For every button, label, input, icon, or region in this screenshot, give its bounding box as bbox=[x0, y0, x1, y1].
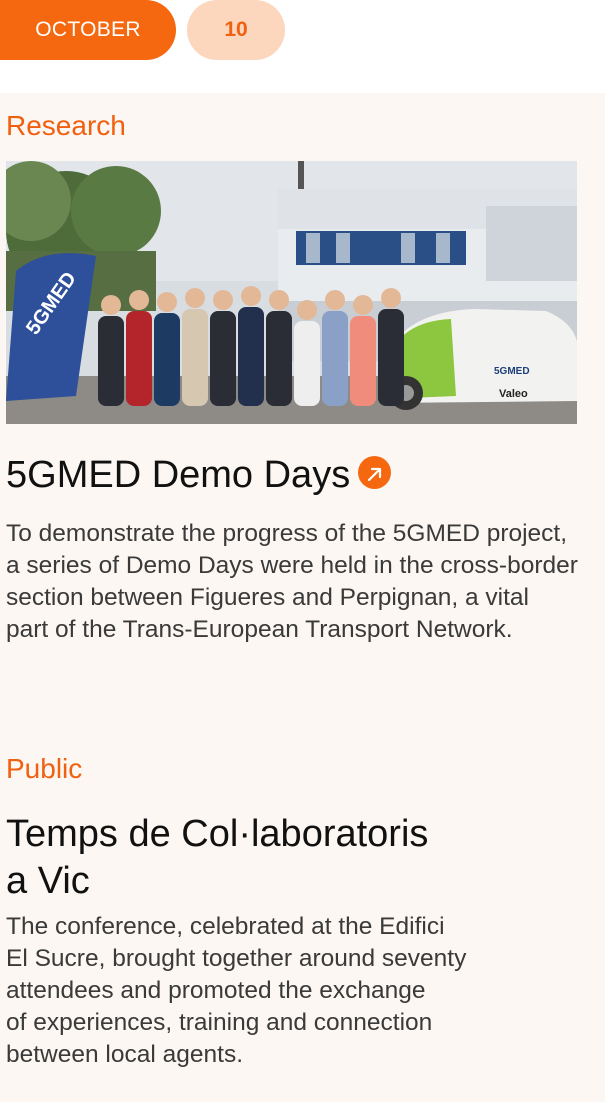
article-category-public[interactable]: Public bbox=[6, 753, 82, 785]
article-title[interactable]: 5GMED Demo Days bbox=[6, 452, 392, 499]
date-header: OCTOBER 10 bbox=[0, 0, 605, 92]
article-image[interactable]: 5GMED 5GMED Valeo bbox=[6, 161, 577, 424]
car-logo-text: 5GMED bbox=[494, 366, 530, 377]
month-badge: OCTOBER bbox=[0, 0, 176, 60]
desc-line: attendees and promoted the exchange bbox=[6, 977, 426, 1004]
day-badge: 10 bbox=[187, 0, 285, 60]
desc-line: of experiences, training and connection bbox=[6, 1009, 433, 1036]
desc-line: The conference, celebrated at the Edific… bbox=[6, 913, 445, 940]
car-brand-text: Valeo bbox=[499, 388, 528, 400]
article-description: To demonstrate the progress of the 5GMED… bbox=[6, 520, 578, 643]
article-title-text[interactable]: 5GMED Demo Days bbox=[6, 454, 350, 496]
article-title-2[interactable]: Temps de Col·laboratoris a Vic bbox=[6, 811, 428, 905]
desc-line: between local agents. bbox=[6, 1041, 243, 1068]
article-title-2-line1[interactable]: Temps de Col·laboratoris bbox=[6, 811, 428, 858]
article-description-2: The conference, celebrated at the Edific… bbox=[6, 911, 578, 1071]
external-link-icon[interactable] bbox=[358, 456, 392, 490]
group-photo: 5GMED 5GMED Valeo bbox=[6, 161, 577, 424]
article-title-2-line2[interactable]: a Vic bbox=[6, 858, 428, 905]
desc-line: El Sucre, brought together around sevent… bbox=[6, 945, 467, 972]
article-category-research[interactable]: Research bbox=[6, 110, 126, 142]
